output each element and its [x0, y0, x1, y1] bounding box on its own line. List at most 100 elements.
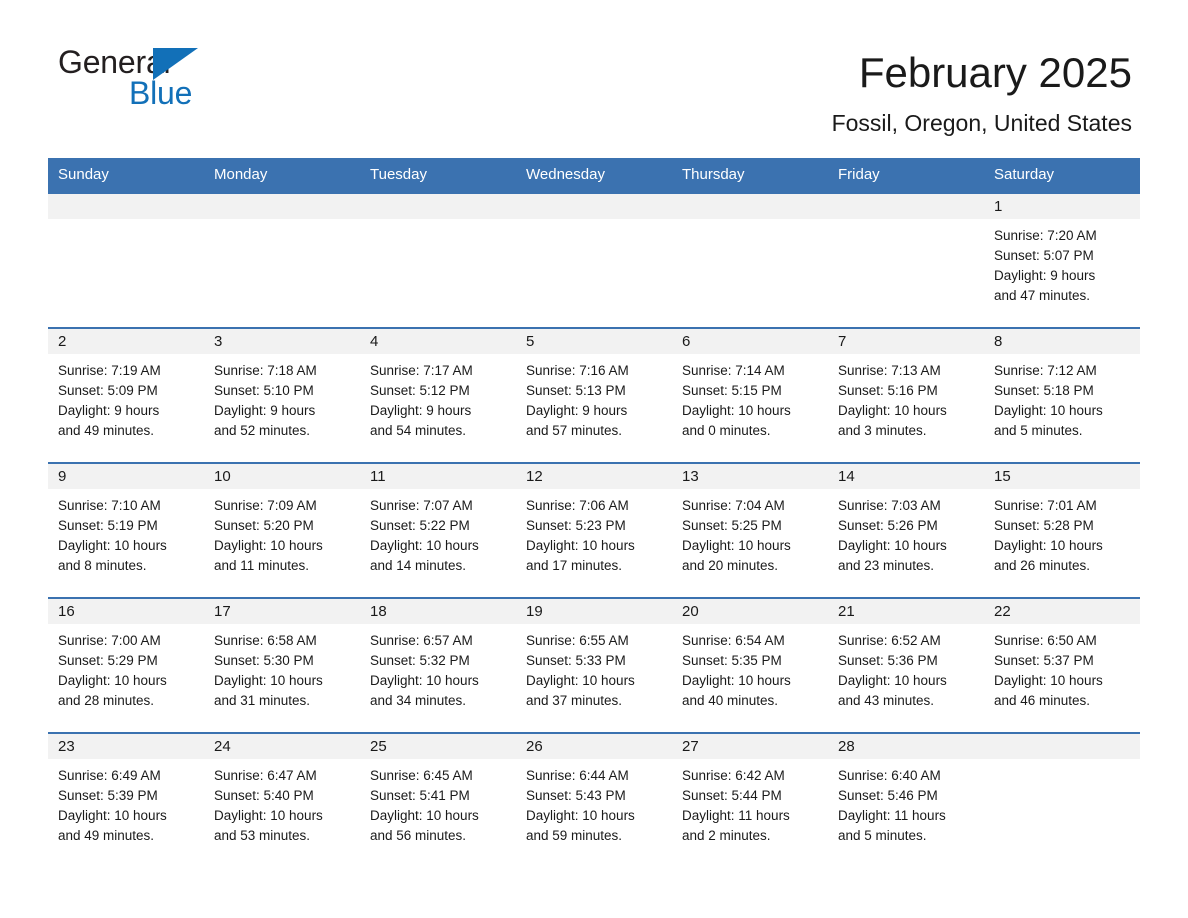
- calendar-day-cell[interactable]: 2 Sunrise: 7:19 AM Sunset: 5:09 PM Daylight…: [48, 327, 204, 463]
- daylight-duration-line2: and 28 minutes.: [58, 693, 155, 708]
- calendar-day-cell[interactable]: 21 Sunrise: 6:52 AM Sunset: 5:36 PM Dayligh…: [828, 597, 984, 733]
- day-details: Sunrise: 6:47 AM Sunset: 5:40 PM Daylight:…: [204, 759, 360, 846]
- day-number: [204, 194, 360, 219]
- daylight-duration-line2: and 54 minutes.: [370, 423, 467, 438]
- calendar-day-cell[interactable]: 25 Sunrise: 6:45 AM Sunset: 5:41 PM Dayligh…: [360, 732, 516, 868]
- sunset-time: Sunset: 5:40 PM: [214, 788, 314, 803]
- calendar-day-cell[interactable]: 27 Sunrise: 6:42 AM Sunset: 5:44 PM Dayligh…: [672, 732, 828, 868]
- calendar-day-cell-empty: [360, 192, 516, 328]
- day-number: 27: [672, 734, 828, 759]
- calendar-day-cell[interactable]: 4 Sunrise: 7:17 AM Sunset: 5:12 PM Daylight…: [360, 327, 516, 463]
- day-number: 12: [516, 464, 672, 489]
- daylight-duration-line1: Daylight: 10 hours: [838, 538, 947, 553]
- day-details: Sunrise: 7:20 AM Sunset: 5:07 PM Daylight:…: [984, 219, 1140, 306]
- sunrise-time: Sunrise: 7:03 AM: [838, 498, 941, 513]
- calendar-day-cell[interactable]: 24 Sunrise: 6:47 AM Sunset: 5:40 PM Dayligh…: [204, 732, 360, 868]
- day-number: 7: [828, 329, 984, 354]
- daylight-duration-line2: and 34 minutes.: [370, 693, 467, 708]
- calendar-day-cell[interactable]: 11 Sunrise: 7:07 AM Sunset: 5:22 PM Dayligh…: [360, 462, 516, 598]
- sunset-time: Sunset: 5:32 PM: [370, 653, 470, 668]
- daylight-duration-line2: and 3 minutes.: [838, 423, 927, 438]
- weekday-header-thursday: Thursday: [672, 158, 828, 193]
- daylight-duration-line2: and 5 minutes.: [838, 828, 927, 843]
- general-blue-logo[interactable]: General Blue: [56, 44, 256, 111]
- day-number: 21: [828, 599, 984, 624]
- day-number: 2: [48, 329, 204, 354]
- sunrise-time: Sunrise: 6:47 AM: [214, 768, 317, 783]
- calendar-day-cell[interactable]: 1 Sunrise: 7:20 AM Sunset: 5:07 PM Daylight…: [984, 192, 1140, 328]
- day-number: 28: [828, 734, 984, 759]
- calendar-day-cell-empty: [672, 192, 828, 328]
- calendar-day-cell[interactable]: 26 Sunrise: 6:44 AM Sunset: 5:43 PM Dayligh…: [516, 732, 672, 868]
- daylight-duration-line2: and 40 minutes.: [682, 693, 779, 708]
- daylight-duration-line1: Daylight: 10 hours: [214, 538, 323, 553]
- calendar-day-cell[interactable]: 12 Sunrise: 7:06 AM Sunset: 5:23 PM Dayligh…: [516, 462, 672, 598]
- sunset-time: Sunset: 5:29 PM: [58, 653, 158, 668]
- calendar-day-cell[interactable]: 28 Sunrise: 6:40 AM Sunset: 5:46 PM Dayligh…: [828, 732, 984, 868]
- daylight-duration-line1: Daylight: 10 hours: [370, 808, 479, 823]
- sunset-time: Sunset: 5:25 PM: [682, 518, 782, 533]
- calendar-day-cell[interactable]: 13 Sunrise: 7:04 AM Sunset: 5:25 PM Dayligh…: [672, 462, 828, 598]
- day-details: Sunrise: 6:52 AM Sunset: 5:36 PM Daylight:…: [828, 624, 984, 711]
- day-number: 22: [984, 599, 1140, 624]
- calendar-day-cell[interactable]: 23 Sunrise: 6:49 AM Sunset: 5:39 PM Dayligh…: [48, 732, 204, 868]
- calendar-day-cell[interactable]: 8 Sunrise: 7:12 AM Sunset: 5:18 PM Daylight…: [984, 327, 1140, 463]
- sunrise-time: Sunrise: 6:50 AM: [994, 633, 1097, 648]
- day-details: Sunrise: 7:14 AM Sunset: 5:15 PM Daylight:…: [672, 354, 828, 441]
- calendar-day-cell[interactable]: 6 Sunrise: 7:14 AM Sunset: 5:15 PM Daylight…: [672, 327, 828, 463]
- day-details: Sunrise: 6:55 AM Sunset: 5:33 PM Daylight:…: [516, 624, 672, 711]
- calendar-day-cell[interactable]: 5 Sunrise: 7:16 AM Sunset: 5:13 PM Daylight…: [516, 327, 672, 463]
- daylight-duration-line1: Daylight: 10 hours: [58, 538, 167, 553]
- daylight-duration-line2: and 43 minutes.: [838, 693, 935, 708]
- day-number: 14: [828, 464, 984, 489]
- day-details: Sunrise: 7:00 AM Sunset: 5:29 PM Daylight:…: [48, 624, 204, 711]
- day-details: Sunrise: 6:42 AM Sunset: 5:44 PM Daylight:…: [672, 759, 828, 846]
- daylight-duration-line2: and 0 minutes.: [682, 423, 771, 438]
- calendar-week-row: 1 Sunrise: 7:20 AM Sunset: 5:07 PM Daylight…: [48, 192, 1140, 328]
- calendar-day-cell[interactable]: 19 Sunrise: 6:55 AM Sunset: 5:33 PM Dayligh…: [516, 597, 672, 733]
- calendar-day-cell[interactable]: 20 Sunrise: 6:54 AM Sunset: 5:35 PM Dayligh…: [672, 597, 828, 733]
- calendar-day-cell[interactable]: 16 Sunrise: 7:00 AM Sunset: 5:29 PM Dayligh…: [48, 597, 204, 733]
- daylight-duration-line1: Daylight: 10 hours: [682, 538, 791, 553]
- daylight-duration-line1: Daylight: 10 hours: [214, 808, 323, 823]
- daylight-duration-line1: Daylight: 10 hours: [838, 673, 947, 688]
- calendar-day-cell[interactable]: 9 Sunrise: 7:10 AM Sunset: 5:19 PM Daylight…: [48, 462, 204, 598]
- calendar-day-cell[interactable]: 18 Sunrise: 6:57 AM Sunset: 5:32 PM Dayligh…: [360, 597, 516, 733]
- day-details: Sunrise: 7:17 AM Sunset: 5:12 PM Daylight:…: [360, 354, 516, 441]
- sunrise-time: Sunrise: 7:00 AM: [58, 633, 161, 648]
- daylight-duration-line2: and 59 minutes.: [526, 828, 623, 843]
- weekday-header-saturday: Saturday: [984, 158, 1140, 193]
- calendar-day-cell[interactable]: 15 Sunrise: 7:01 AM Sunset: 5:28 PM Dayligh…: [984, 462, 1140, 598]
- day-details: Sunrise: 7:13 AM Sunset: 5:16 PM Daylight:…: [828, 354, 984, 441]
- daylight-duration-line1: Daylight: 10 hours: [838, 403, 947, 418]
- daylight-duration-line2: and 26 minutes.: [994, 558, 1091, 573]
- calendar-day-cell[interactable]: 7 Sunrise: 7:13 AM Sunset: 5:16 PM Daylight…: [828, 327, 984, 463]
- daylight-duration-line2: and 53 minutes.: [214, 828, 311, 843]
- day-number: 26: [516, 734, 672, 759]
- day-details: Sunrise: 7:01 AM Sunset: 5:28 PM Daylight:…: [984, 489, 1140, 576]
- calendar-day-cell[interactable]: 3 Sunrise: 7:18 AM Sunset: 5:10 PM Daylight…: [204, 327, 360, 463]
- day-details: Sunrise: 7:04 AM Sunset: 5:25 PM Daylight:…: [672, 489, 828, 576]
- daylight-duration-line1: Daylight: 10 hours: [58, 808, 167, 823]
- daylight-duration-line1: Daylight: 10 hours: [994, 538, 1103, 553]
- sunset-time: Sunset: 5:46 PM: [838, 788, 938, 803]
- sunrise-time: Sunrise: 7:12 AM: [994, 363, 1097, 378]
- daylight-duration-line2: and 17 minutes.: [526, 558, 623, 573]
- sunrise-time: Sunrise: 7:14 AM: [682, 363, 785, 378]
- calendar-day-cell-empty: [516, 192, 672, 328]
- sunrise-time: Sunrise: 7:04 AM: [682, 498, 785, 513]
- calendar-day-cell[interactable]: 14 Sunrise: 7:03 AM Sunset: 5:26 PM Dayligh…: [828, 462, 984, 598]
- day-details: Sunrise: 7:06 AM Sunset: 5:23 PM Daylight:…: [516, 489, 672, 576]
- sunrise-time: Sunrise: 6:54 AM: [682, 633, 785, 648]
- day-number: 8: [984, 329, 1140, 354]
- calendar-day-cell[interactable]: 17 Sunrise: 6:58 AM Sunset: 5:30 PM Dayligh…: [204, 597, 360, 733]
- calendar-day-cell[interactable]: 22 Sunrise: 6:50 AM Sunset: 5:37 PM Dayligh…: [984, 597, 1140, 733]
- day-number: 4: [360, 329, 516, 354]
- daylight-duration-line1: Daylight: 10 hours: [526, 808, 635, 823]
- sunrise-time: Sunrise: 6:52 AM: [838, 633, 941, 648]
- sunset-time: Sunset: 5:16 PM: [838, 383, 938, 398]
- calendar-body: 1 Sunrise: 7:20 AM Sunset: 5:07 PM Daylight…: [48, 192, 1140, 868]
- calendar-day-cell[interactable]: 10 Sunrise: 7:09 AM Sunset: 5:20 PM Dayligh…: [204, 462, 360, 598]
- day-number: 3: [204, 329, 360, 354]
- calendar-week-row: 16 Sunrise: 7:00 AM Sunset: 5:29 PM Dayligh…: [48, 597, 1140, 733]
